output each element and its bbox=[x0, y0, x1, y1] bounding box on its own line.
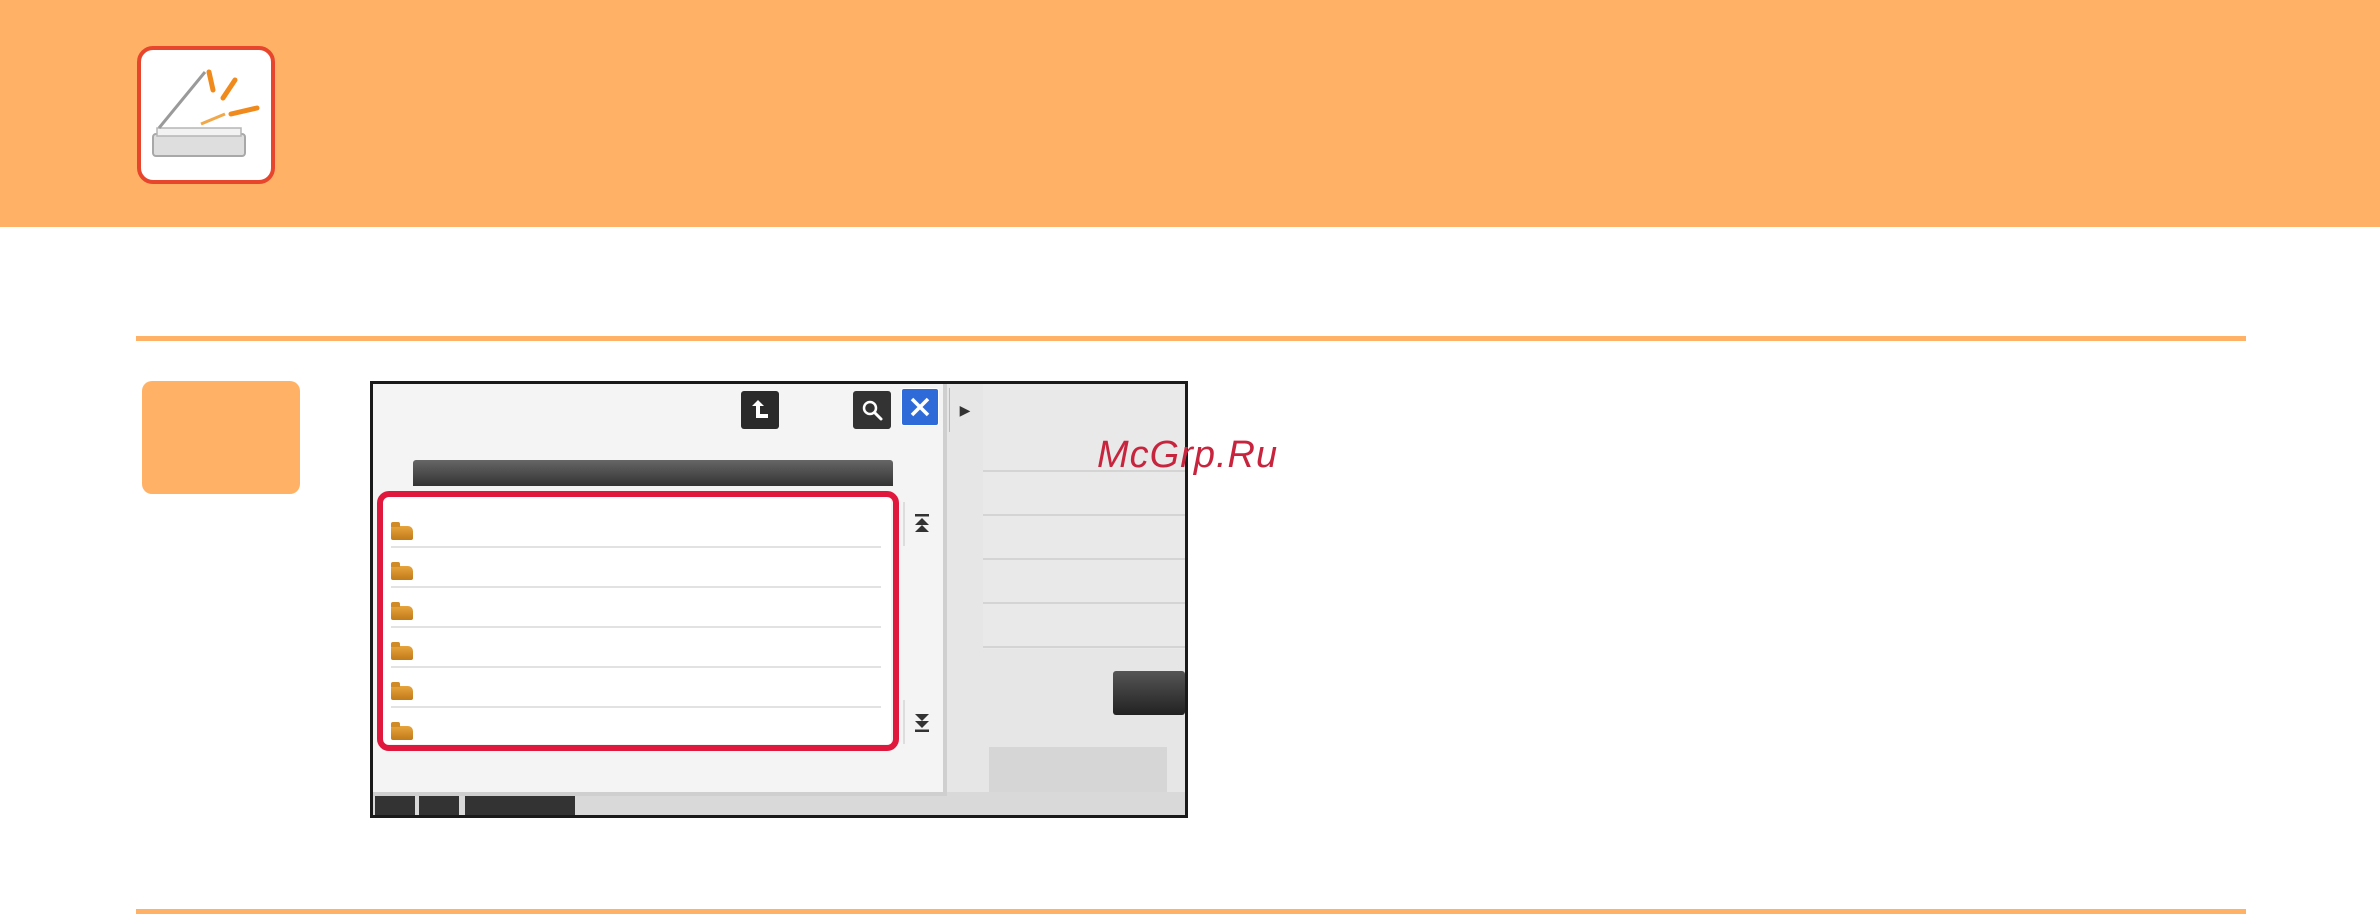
panel-divider bbox=[983, 558, 1185, 560]
dark-action-button[interactable] bbox=[1113, 671, 1185, 715]
step-number-box bbox=[142, 381, 300, 494]
scanner-icon-graphic bbox=[152, 69, 260, 157]
scroll-top-icon bbox=[915, 514, 929, 532]
scroll-to-bottom-button[interactable] bbox=[903, 700, 939, 744]
section-rule-top bbox=[136, 336, 2246, 341]
bottom-key[interactable] bbox=[465, 796, 575, 815]
device-screen-screenshot: ▶ bbox=[370, 381, 1188, 818]
folder-list-highlight bbox=[377, 491, 899, 751]
close-icon bbox=[910, 397, 930, 417]
right-panel bbox=[983, 384, 1185, 649]
up-folder-button[interactable] bbox=[741, 391, 779, 429]
section-rule-bottom bbox=[136, 909, 2246, 914]
search-icon bbox=[862, 400, 883, 421]
folder-select-dialog: ▶ bbox=[373, 384, 970, 796]
scroll-to-top-button[interactable] bbox=[903, 502, 939, 546]
side-tab-arrow[interactable]: ▶ bbox=[949, 388, 980, 432]
play-arrow-icon: ▶ bbox=[959, 401, 971, 418]
bottom-key[interactable] bbox=[419, 796, 459, 815]
panel-divider bbox=[983, 514, 1185, 516]
scroll-bottom-icon bbox=[915, 714, 929, 732]
dialog-header-bar bbox=[413, 460, 893, 486]
disabled-button bbox=[989, 747, 1167, 793]
header-band bbox=[0, 0, 2380, 227]
panel-divider bbox=[983, 646, 1185, 648]
scanner-icon bbox=[137, 46, 275, 184]
bottom-key[interactable] bbox=[375, 796, 415, 815]
up-folder-icon bbox=[752, 400, 768, 418]
search-button[interactable] bbox=[853, 391, 891, 429]
panel-divider bbox=[983, 602, 1185, 604]
close-button[interactable] bbox=[901, 388, 939, 426]
watermark-text: McGrp.Ru bbox=[1097, 434, 1279, 476]
